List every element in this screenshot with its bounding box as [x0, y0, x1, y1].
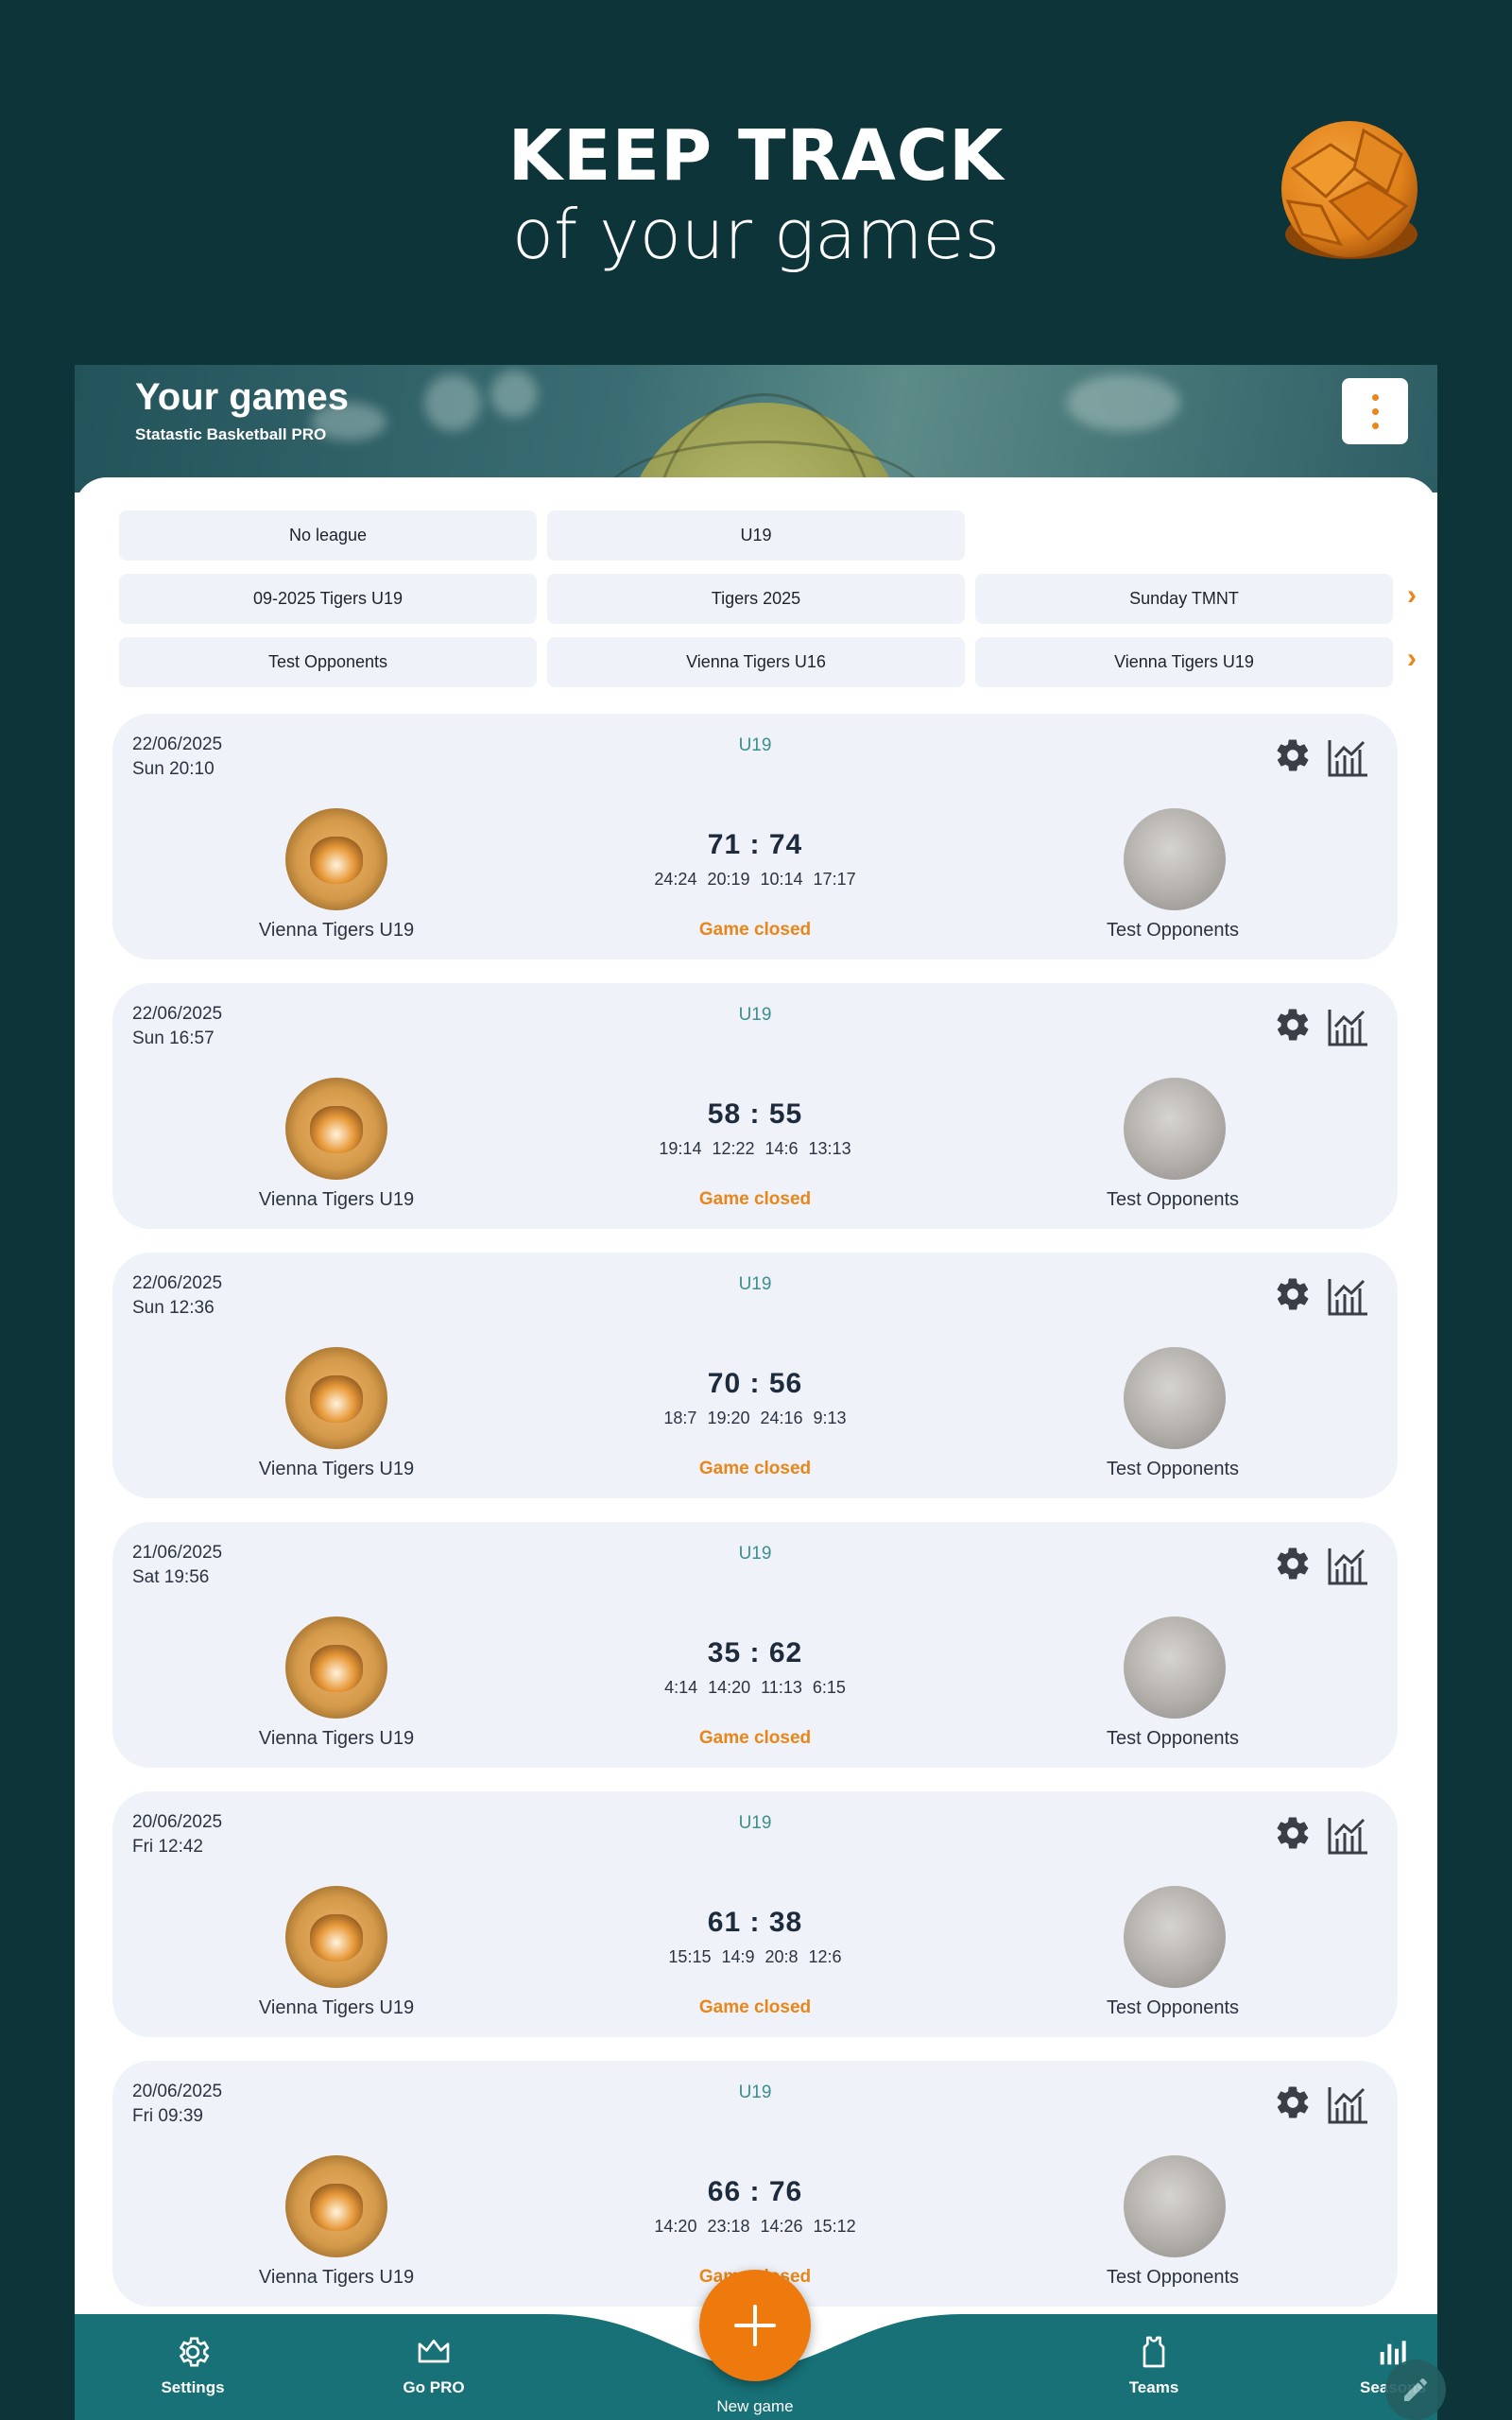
filter-chip[interactable]: U19: [547, 510, 965, 561]
edit-button[interactable]: [1385, 2360, 1446, 2420]
nav-go-pro-label: Go PRO: [403, 2378, 465, 2396]
filter-chip[interactable]: Vienna Tigers U19: [975, 637, 1393, 687]
promo-banner: KEEP TRACK of your games: [0, 0, 1512, 364]
new-game-button[interactable]: [699, 2270, 811, 2381]
game-settings-button[interactable]: [1274, 1006, 1312, 1044]
game-card[interactable]: 22/06/2025 Sun 12:36 U19 Vienna Tigers U19 T…: [112, 1253, 1398, 1498]
game-stats-button[interactable]: [1327, 1816, 1368, 1856]
filter-chip[interactable]: Tigers 2025: [547, 574, 965, 624]
game-stats-button[interactable]: [1327, 1547, 1368, 1586]
game-league: U19: [738, 1274, 772, 1294]
plus-icon: [734, 2305, 776, 2346]
chart-icon: [1327, 1818, 1368, 1859]
filter-chip[interactable]: Vienna Tigers U16: [547, 637, 965, 687]
game-settings-button[interactable]: [1274, 1275, 1312, 1313]
new-game-label: New game: [716, 2397, 794, 2415]
basketball-logo-icon: [1281, 121, 1418, 259]
game-league: U19: [738, 1813, 772, 1833]
game-date-time: Fri 09:39: [132, 2106, 203, 2126]
jersey-icon: [1143, 2336, 1165, 2368]
gear-icon: [1274, 1278, 1312, 1317]
game-status: Game closed: [698, 920, 812, 940]
game-settings-button[interactable]: [1274, 736, 1312, 774]
game-stats-button[interactable]: [1327, 2085, 1368, 2125]
quarter-scores: 24:24 20:19 10:14 17:17: [654, 870, 856, 889]
background-light: [1067, 374, 1180, 431]
game-card[interactable]: 22/06/2025 Sun 20:10 U19 Vienna Tigers U19 T…: [112, 714, 1398, 959]
app-header: Your games Statastic Basketball PRO: [75, 365, 1437, 493]
game-status: Game closed: [698, 1189, 812, 1209]
gear-icon: [1274, 1547, 1312, 1586]
game-status: Game closed: [698, 1728, 812, 1748]
more-vertical-icon: [1371, 393, 1379, 401]
game-status: Game closed: [698, 1459, 812, 1478]
game-score: 61 : 38: [707, 1907, 803, 1938]
game-status: Game closed: [698, 1997, 812, 2017]
quarter-scores: 19:14 12:22 14:6 13:13: [659, 1139, 851, 1158]
chart-icon: [1327, 740, 1368, 782]
chart-icon: [1327, 1279, 1368, 1321]
nav-settings[interactable]: Settings: [117, 2333, 268, 2397]
game-date-time: Sat 19:56: [132, 1567, 210, 1587]
filter-chip[interactable]: Sunday TMNT: [975, 574, 1393, 624]
quarter-scores: 4:14 14:20 11:13 6:15: [664, 1678, 846, 1697]
chart-icon: [1327, 1548, 1368, 1590]
game-score: 35 : 62: [707, 1637, 803, 1668]
crown-icon: [418, 2340, 450, 2363]
gear-icon: [179, 2337, 210, 2367]
more-menu-button[interactable]: [1342, 378, 1408, 444]
game-score: 58 : 55: [707, 1098, 803, 1130]
gear-icon: [1274, 2086, 1312, 2125]
game-league: U19: [738, 735, 772, 755]
game-league: U19: [738, 1005, 772, 1025]
background-light: [490, 371, 538, 418]
app-window: Your games Statastic Basketball PRO No l…: [75, 365, 1437, 2420]
filter-chip[interactable]: Test Opponents: [119, 637, 537, 687]
chart-icon: [1327, 2087, 1368, 2129]
game-league: U19: [738, 2083, 772, 2102]
app-subtitle: Statastic Basketball PRO: [135, 425, 327, 443]
game-settings-button[interactable]: [1274, 1814, 1312, 1852]
background-light: [424, 374, 481, 431]
game-settings-button[interactable]: [1274, 1545, 1312, 1582]
game-date-time: Sun 16:57: [132, 1028, 215, 1048]
game-score: 71 : 74: [707, 829, 803, 860]
game-stats-button[interactable]: [1327, 738, 1368, 778]
game-date-time: Fri 12:42: [132, 1837, 203, 1857]
nav-teams-label: Teams: [1128, 2378, 1179, 2396]
game-stats-button[interactable]: [1327, 1277, 1368, 1317]
gear-icon: [1274, 739, 1312, 778]
game-card[interactable]: 22/06/2025 Sun 16:57 U19 Vienna Tigers U19 T…: [112, 983, 1398, 1229]
filter-chip[interactable]: 09-2025 Tigers U19: [119, 574, 537, 624]
page-title: Your games: [135, 376, 349, 418]
game-card[interactable]: 20/06/2025 Fri 12:42 U19 Vienna Tigers U19 T…: [112, 1791, 1398, 2037]
quarter-scores: 15:15 14:9 20:8 12:6: [668, 1947, 842, 1966]
game-date-time: Sun 12:36: [132, 1298, 215, 1318]
game-date-time: Sun 20:10: [132, 759, 215, 779]
nav-settings-label: Settings: [161, 2378, 225, 2396]
filter-chip[interactable]: No league: [119, 510, 537, 561]
game-score: 70 : 56: [707, 1368, 803, 1399]
scroll-right-arrow-icon[interactable]: ›: [1407, 643, 1417, 675]
chart-icon: [1327, 1010, 1368, 1051]
quarter-scores: 14:20 23:18 14:26 15:12: [654, 2217, 856, 2236]
pencil-icon: [1404, 2378, 1427, 2401]
quarter-scores: 18:7 19:20 24:16 9:13: [663, 1409, 847, 1427]
game-settings-button[interactable]: [1274, 2083, 1312, 2121]
gear-icon: [1274, 1009, 1312, 1047]
gear-icon: [1274, 1817, 1312, 1856]
nav-go-pro[interactable]: Go PRO: [358, 2333, 509, 2397]
game-score: 66 : 76: [707, 2176, 803, 2207]
nav-teams[interactable]: Teams: [1078, 2333, 1229, 2397]
game-stats-button[interactable]: [1327, 1008, 1368, 1047]
game-league: U19: [738, 1544, 772, 1564]
scroll-right-arrow-icon[interactable]: ›: [1407, 579, 1417, 612]
game-card[interactable]: 21/06/2025 Sat 19:56 U19 Vienna Tigers U19 T…: [112, 1522, 1398, 1768]
games-sheet: No league U19 09-2025 Tigers U19 Tigers …: [75, 477, 1437, 2420]
